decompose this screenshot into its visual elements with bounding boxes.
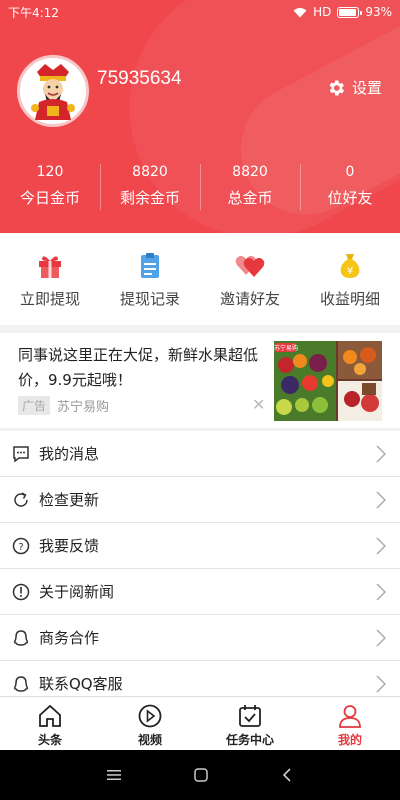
quick-action-label: 邀请好友 — [219, 290, 280, 308]
ad-text: 同事说这里正在大促，新鲜水果超低价，9.9元起哦！ — [18, 346, 259, 389]
stat-label: 剩余金币 — [119, 189, 180, 207]
gift-icon — [39, 256, 61, 278]
chevron-right-icon — [376, 445, 386, 463]
status-bar: 下午4:12 HD 93% — [0, 0, 400, 24]
quick-actions: 立即提现 提现记录 邀请好友 ¥ 收益明细 — [0, 233, 400, 325]
profile-header: 75935634 设置 120 今日金币 8820 剩余金币 8820 总金币 … — [0, 0, 400, 233]
stat-friends[interactable]: 0 位好友 — [300, 160, 400, 216]
gear-icon — [329, 80, 344, 95]
ad-badge: 广告 — [18, 396, 51, 415]
avatar[interactable] — [17, 55, 89, 127]
clipboard-icon — [141, 253, 159, 278]
menu-label: 我的消息 — [39, 445, 100, 463]
battery-level — [339, 8, 357, 16]
stat-label: 位好友 — [327, 189, 373, 207]
settings-label: 设置 — [352, 79, 383, 97]
message-icon — [13, 445, 29, 462]
hearts-icon — [235, 255, 265, 277]
svg-text:?: ? — [18, 542, 23, 553]
info-icon — [12, 583, 30, 600]
ad-close-button[interactable]: ✕ — [252, 395, 265, 414]
ad-source: 苏宁易购 — [57, 400, 110, 415]
user-id: 75935634 — [97, 68, 182, 89]
svg-text:¥: ¥ — [347, 266, 353, 277]
tab-headlines[interactable]: 头条 — [0, 697, 100, 750]
settings-menu: 我的消息 检查更新 ? 我要反馈 关于阅新闻 商务合作 联系QQ客服 — [0, 431, 400, 707]
ad-image[interactable]: 苏宁易购 — [274, 341, 382, 421]
calendar-check-icon — [239, 705, 261, 727]
quick-action-label: 收益明细 — [319, 290, 380, 308]
tab-mine[interactable]: 我的 — [300, 697, 400, 750]
ad-banner[interactable]: 同事说这里正在大促，新鲜水果超低价，9.9元起哦！ 广告 苏宁易购 ✕ 苏宁易购 — [0, 333, 400, 428]
tab-label: 头条 — [37, 733, 62, 747]
settings-button[interactable]: 设置 — [326, 77, 382, 98]
chevron-right-icon — [376, 583, 386, 601]
menu-check-update[interactable]: 检查更新 — [0, 477, 400, 523]
chevron-right-icon — [376, 537, 386, 555]
question-icon: ? — [12, 537, 30, 554]
avatar-god-of-wealth-icon — [31, 64, 75, 120]
system-nav-bar — [0, 750, 400, 800]
wifi-icon — [293, 7, 307, 17]
withdraw-now-button[interactable]: 立即提现 — [0, 233, 100, 325]
stat-total-coins[interactable]: 8820 总金币 — [200, 160, 300, 216]
menu-label: 检查更新 — [39, 491, 100, 509]
tab-video[interactable]: 视频 — [100, 697, 200, 750]
home-icon — [39, 704, 61, 727]
back-icon[interactable] — [280, 767, 294, 783]
bottom-tab-bar: 头条 视频 任务中心 我的 — [0, 696, 400, 750]
earnings-detail-button[interactable]: ¥ 收益明细 — [300, 233, 400, 325]
stat-value: 8820 — [232, 164, 268, 180]
menu-label: 关于阅新闻 — [39, 583, 115, 601]
network-type: HD — [313, 5, 332, 19]
qq-icon — [13, 629, 29, 646]
coin-stats: 120 今日金币 8820 剩余金币 8820 总金币 0 位好友 — [0, 160, 400, 216]
stat-value: 120 — [36, 164, 64, 180]
menu-label: 联系QQ客服 — [39, 675, 123, 693]
menu-feedback[interactable]: ? 我要反馈 — [0, 523, 400, 569]
stat-value: 0 — [345, 164, 355, 180]
tab-label: 视频 — [137, 733, 162, 747]
refresh-icon — [14, 491, 28, 507]
stat-label: 总金币 — [227, 189, 273, 207]
stat-label: 今日金币 — [19, 189, 80, 207]
quick-action-label: 立即提现 — [19, 290, 80, 308]
play-icon — [138, 704, 162, 728]
menu-about[interactable]: 关于阅新闻 — [0, 569, 400, 615]
ad-image-caption: 苏宁易购 — [274, 344, 298, 352]
chevron-right-icon — [376, 675, 386, 693]
menu-label: 我要反馈 — [39, 537, 100, 555]
withdraw-records-button[interactable]: 提现记录 — [100, 233, 200, 325]
stat-value: 8820 — [132, 164, 168, 180]
person-icon — [339, 705, 361, 728]
stat-remaining-coins[interactable]: 8820 剩余金币 — [100, 160, 200, 216]
battery-percent: 93% — [365, 5, 392, 19]
chevron-right-icon — [376, 629, 386, 647]
menu-label: 商务合作 — [39, 629, 100, 647]
battery-icon — [337, 6, 363, 18]
menu-icon[interactable] — [106, 768, 122, 782]
qq-icon — [13, 675, 29, 692]
invite-friends-button[interactable]: 邀请好友 — [200, 233, 300, 325]
tab-label: 任务中心 — [225, 733, 274, 747]
chevron-right-icon — [376, 491, 386, 509]
status-time: 下午4:12 — [8, 5, 59, 20]
menu-business[interactable]: 商务合作 — [0, 615, 400, 661]
fruit-image: 苏宁易购 — [274, 341, 382, 421]
money-bag-icon: ¥ — [340, 254, 360, 278]
quick-action-label: 提现记录 — [119, 290, 180, 308]
tab-task-center[interactable]: 任务中心 — [200, 697, 300, 750]
home-square-icon[interactable] — [193, 767, 209, 783]
menu-my-messages[interactable]: 我的消息 — [0, 431, 400, 477]
tab-label: 我的 — [337, 733, 362, 747]
stat-today-coins[interactable]: 120 今日金币 — [0, 160, 100, 216]
